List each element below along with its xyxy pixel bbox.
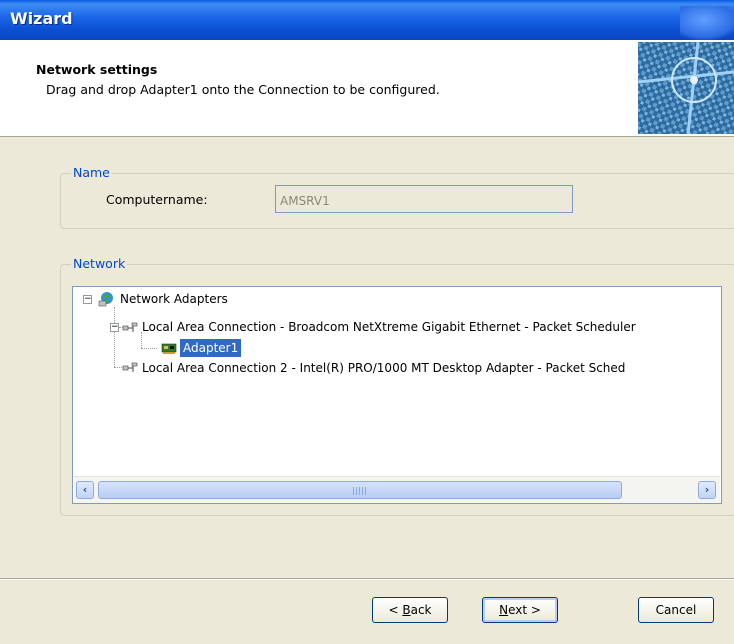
- collapse-root-icon[interactable]: −: [83, 295, 92, 304]
- back-button[interactable]: < Back: [372, 597, 448, 623]
- network-globe-icon: [98, 292, 113, 307]
- tree-node-connection2[interactable]: Local Area Connection 2 - Intel(R) PRO/1…: [142, 359, 625, 377]
- collapse-connection1-icon[interactable]: −: [110, 323, 119, 332]
- scroll-thumb[interactable]: [98, 481, 622, 499]
- network-group-legend: Network: [71, 256, 128, 271]
- footer-separator: [0, 578, 734, 580]
- tree-node-connection1[interactable]: Local Area Connection - Broadcom NetXtre…: [142, 318, 636, 336]
- scroll-left-button[interactable]: ‹: [76, 481, 94, 499]
- back-mnemonic: B: [402, 603, 411, 617]
- back-prefix: <: [388, 603, 403, 617]
- computername-field[interactable]: AMSRV1: [275, 185, 573, 213]
- network-tree[interactable]: − Network Adapters − Local Area Connecti…: [72, 286, 722, 504]
- computername-label: Computername:: [106, 192, 208, 207]
- title-bar[interactable]: Wizard: [0, 0, 734, 40]
- header-title: Network settings: [36, 62, 158, 77]
- next-mnemonic: N: [499, 603, 509, 617]
- back-rest: ack: [410, 603, 432, 617]
- wizard-header: Network settings Drag and drop Adapter1 …: [0, 40, 734, 137]
- scroll-right-button[interactable]: ›: [698, 481, 716, 499]
- network-connection-icon: [122, 362, 138, 372]
- window-title: Wizard: [10, 9, 73, 28]
- tree-node-network-adapters[interactable]: Network Adapters: [120, 290, 228, 308]
- title-bar-decoration: [680, 6, 734, 40]
- header-description: Drag and drop Adapter1 onto the Connecti…: [46, 82, 440, 97]
- tree-horizontal-scrollbar[interactable]: ‹ ›: [74, 476, 720, 503]
- network-map-graphic: [638, 42, 734, 134]
- name-group-legend: Name: [71, 165, 112, 180]
- next-button[interactable]: Next >: [482, 597, 558, 623]
- wizard-window: Wizard Network settings Drag and drop Ad…: [0, 0, 734, 644]
- next-rest: ext >: [508, 603, 541, 617]
- tree-connector: [114, 307, 115, 367]
- scroll-grip: [353, 487, 367, 495]
- network-connection-icon: [122, 322, 138, 332]
- tree-connector: [141, 348, 157, 349]
- tree-node-adapter1[interactable]: Adapter1: [180, 339, 242, 357]
- network-adapter-card-icon: [161, 343, 177, 354]
- cancel-button[interactable]: Cancel: [638, 597, 714, 623]
